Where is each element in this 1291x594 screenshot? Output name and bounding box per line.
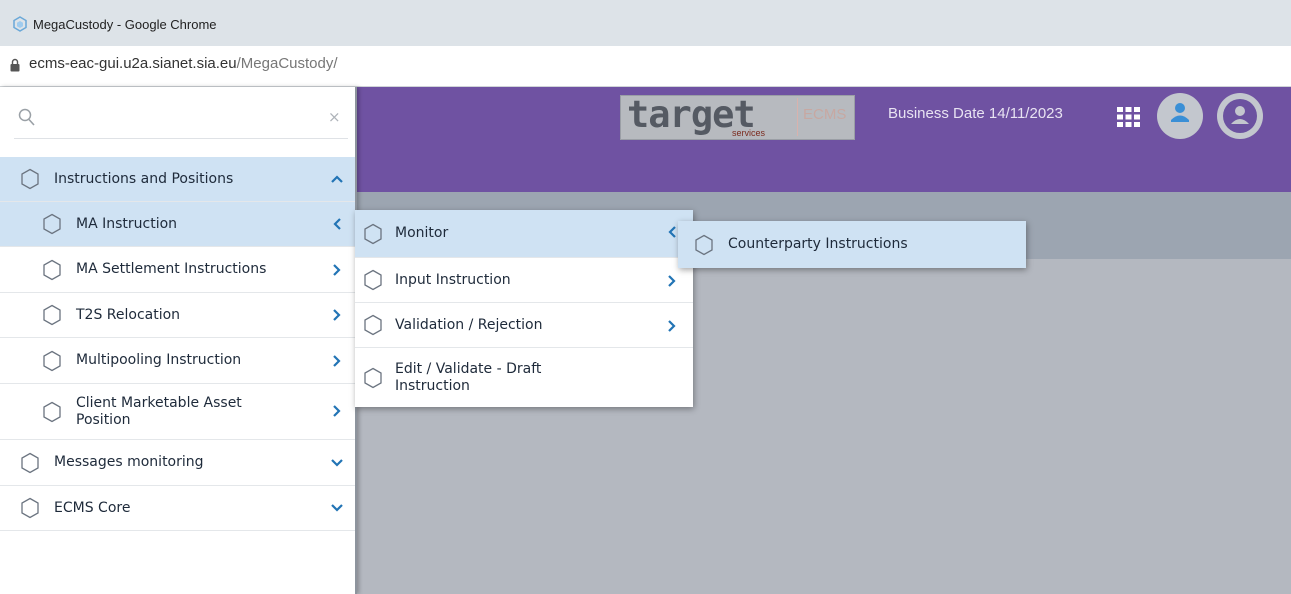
sidebar-item-label: Instructions and Positions — [54, 170, 234, 187]
sidebar-item-label: T2S Relocation — [76, 306, 181, 323]
user-circle-glyph-icon — [1171, 103, 1189, 122]
submenu-item-label: Counterparty Instructions — [728, 236, 908, 252]
search-icon — [18, 108, 35, 126]
sidebar-item-ma-instruction[interactable]: MA Instruction — [0, 202, 355, 247]
chevron-down-icon — [331, 459, 343, 467]
url-text[interactable]: ecms-eac-gui.u2a.sianet.sia.eu/MegaCusto… — [29, 55, 338, 72]
user-profile-glyph-icon — [1223, 99, 1257, 133]
sidebar-item-instructions-and-positions[interactable]: Instructions and Positions — [0, 157, 355, 202]
search-underline — [14, 138, 348, 139]
search-input[interactable] — [44, 104, 314, 132]
app-favicon-icon — [13, 16, 27, 32]
sidebar-item-label: Client Marketable Asset Position — [76, 394, 242, 428]
hexagon-icon — [695, 234, 713, 255]
submenu-item-label: Monitor — [395, 225, 449, 241]
hexagon-icon — [364, 314, 382, 336]
hexagon-icon — [21, 497, 39, 519]
submenu-item-label: Validation / Rejection — [395, 316, 543, 333]
user-profile-icon[interactable] — [1217, 93, 1263, 139]
hexagon-icon — [364, 367, 382, 388]
sidebar-item-label: ECMS Core — [54, 499, 131, 516]
sidebar-item-ecms-core[interactable]: ECMS Core — [0, 486, 355, 531]
sidebar-item-label: Multipooling Instruction — [76, 352, 242, 368]
chevron-down-icon — [331, 504, 343, 512]
url-host: ecms-eac-gui.u2a.sianet.sia.eu — [29, 55, 237, 72]
hexagon-icon — [43, 213, 61, 235]
sidebar-item-label: MA Instruction — [76, 215, 178, 232]
hexagon-icon — [364, 223, 382, 244]
sidebar-item-label: MA Settlement Instructions — [76, 261, 267, 277]
hexagon-icon — [43, 259, 61, 280]
hexagon-icon — [43, 401, 61, 422]
submenu-item-edit-validate-draft[interactable]: Edit / Validate - Draft Instruction — [355, 348, 693, 407]
chevron-right-icon — [333, 355, 341, 367]
chevron-left-icon — [333, 218, 341, 230]
submenu-item-input-instruction[interactable]: Input Instruction — [355, 258, 693, 303]
clear-search-icon[interactable]: × — [328, 108, 341, 126]
sidebar-item-multipooling-instruction[interactable]: Multipooling Instruction — [0, 338, 355, 384]
hexagon-icon — [21, 452, 39, 473]
logo-subtext: services — [732, 128, 766, 138]
chevron-right-icon — [668, 275, 676, 287]
lock-icon — [10, 58, 20, 72]
business-date: Business Date 14/11/2023 — [888, 105, 1063, 122]
submenu-item-counterparty-instructions[interactable]: Counterparty Instructions — [678, 221, 1026, 268]
hexagon-icon — [21, 168, 39, 190]
submenu-item-monitor[interactable]: Monitor — [355, 210, 693, 258]
logo-divider — [797, 98, 798, 136]
sidebar-item-client-marketable-asset-position[interactable]: Client Marketable Asset Position — [0, 384, 355, 440]
hexagon-icon — [43, 350, 61, 371]
sidebar-item-label: Messages monitoring — [54, 454, 204, 470]
chevron-right-icon — [333, 264, 341, 276]
submenu-item-label: Edit / Validate - Draft Instruction — [395, 360, 542, 394]
chevron-right-icon — [668, 320, 676, 332]
chevron-up-icon — [331, 175, 343, 183]
logo-product: ECMS — [803, 106, 847, 123]
hexagon-icon — [43, 304, 61, 326]
url-path: /MegaCustody/ — [236, 55, 338, 72]
submenu-item-label: Input Instruction — [395, 271, 511, 288]
chevron-right-icon — [333, 309, 341, 321]
sidebar-item-messages-monitoring[interactable]: Messages monitoring — [0, 440, 355, 486]
sidebar-item-ma-settlement-instructions[interactable]: MA Settlement Instructions — [0, 247, 355, 293]
window-title: MegaCustody - Google Chrome — [33, 17, 217, 32]
chevron-right-icon — [333, 405, 341, 417]
apps-grid-icon[interactable] — [1117, 107, 1140, 127]
sidebar-item-t2s-relocation[interactable]: T2S Relocation — [0, 293, 355, 338]
chevron-left-icon — [668, 226, 676, 238]
submenu-item-validation-rejection[interactable]: Validation / Rejection — [355, 303, 693, 348]
hexagon-icon — [364, 269, 382, 291]
user-circle-icon[interactable] — [1157, 93, 1203, 139]
